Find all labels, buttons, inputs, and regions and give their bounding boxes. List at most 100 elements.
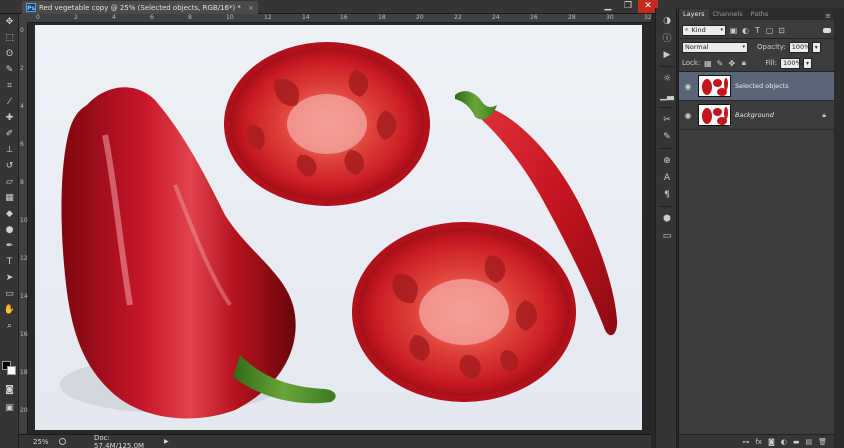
status-menu-arrow-icon[interactable]: ▶ — [164, 438, 169, 445]
visibility-eye-icon[interactable]: ◉ — [682, 82, 694, 91]
visibility-eye-icon[interactable]: ◉ — [682, 111, 694, 120]
lock-all-icon[interactable]: 🔒︎ — [739, 58, 748, 68]
filter-kind-select[interactable]: ⌕ Kind ▾ — [682, 24, 726, 36]
mask-icon[interactable]: ◙ — [768, 438, 775, 446]
paragraph-panel-icon[interactable]: ¶ — [656, 186, 678, 203]
dodge-tool-icon[interactable]: ● — [0, 222, 19, 238]
ruler-tick-label: 18 — [378, 14, 386, 21]
filter-kind-label: Kind — [691, 26, 706, 34]
lock-position-icon[interactable]: ✥ — [727, 59, 736, 68]
fill-input[interactable]: 100% — [780, 57, 802, 69]
tool-presets-icon[interactable]: ✂ — [656, 111, 678, 128]
layer-selected-objects[interactable]: ◉ Selected objects — [679, 72, 834, 101]
tab-paths[interactable]: Paths — [747, 9, 773, 20]
fill-slider-toggle[interactable]: ▾ — [803, 57, 813, 69]
pixel-filter-icon[interactable]: ▣ — [729, 26, 738, 35]
strip-divider — [659, 104, 673, 108]
background-color-swatch[interactable] — [7, 366, 16, 375]
healing-brush-tool-icon[interactable]: ✚ — [0, 110, 19, 126]
quick-selection-tool-icon[interactable]: ✎ — [0, 62, 19, 78]
blur-tool-icon[interactable]: ◆ — [0, 206, 19, 222]
character-panel-icon[interactable]: A — [656, 169, 678, 186]
ruler-origin[interactable] — [19, 14, 28, 23]
image-canvas[interactable] — [35, 25, 642, 430]
new-layer-icon[interactable]: ▤ — [805, 438, 812, 446]
opacity-slider-toggle[interactable]: ▾ — [811, 41, 821, 53]
trash-icon[interactable]: 🗑︎ — [818, 438, 827, 446]
document-size-info: Doc: 57.4M/125.0M — [94, 433, 145, 448]
clone-source-icon[interactable]: ⊕ — [656, 152, 678, 169]
document-tab[interactable]: Ps Red vegetable copy @ 25% (Selected ob… — [22, 1, 258, 14]
vertical-ruler[interactable]: 0 2 4 6 8 10 12 14 16 18 20 — [19, 23, 28, 434]
layer-thumbnail — [698, 104, 731, 126]
ruler-tick-label: 0 — [36, 14, 40, 21]
panel-icon-strip: ◑ ⓘ ▶ ☼ ▁▃ ✂ ✎ ⊕ A ¶ ⬢ ▭ — [655, 8, 677, 448]
ruler-tick-label: 6 — [20, 141, 24, 148]
screen-mode-icon[interactable]: ▣ — [0, 400, 19, 416]
gradient-tool-icon[interactable]: ▦ — [0, 190, 19, 206]
brush-tool-icon[interactable]: ✐ — [0, 126, 19, 142]
status-info-icon[interactable] — [59, 438, 66, 445]
opacity-input[interactable]: 100% — [788, 41, 810, 53]
layer-thumbnail — [698, 75, 731, 97]
brush-presets-icon[interactable]: ✎ — [656, 128, 678, 145]
adjustment-filter-icon[interactable]: ◐ — [741, 26, 750, 35]
shape-tool-icon[interactable]: ▭ — [0, 286, 19, 302]
shape-filter-icon[interactable]: ▢ — [765, 26, 774, 35]
crop-tool-icon[interactable]: ⌗ — [0, 78, 19, 94]
lock-image-icon[interactable]: ✎ — [715, 59, 724, 68]
ruler-tick-label: 20 — [20, 407, 28, 414]
horizontal-ruler[interactable]: 0 2 4 6 8 10 12 14 16 18 20 22 24 26 28 30 32 — [28, 14, 652, 23]
lock-transparency-icon[interactable]: ▦ — [703, 59, 712, 68]
hand-tool-icon[interactable]: ✋ — [0, 302, 19, 318]
history-brush-tool-icon[interactable]: ↺ — [0, 158, 19, 174]
tab-channels[interactable]: Channels — [709, 9, 747, 20]
right-scroll-area — [834, 8, 844, 448]
group-icon[interactable]: ▬ — [793, 438, 800, 446]
strip-divider — [659, 63, 673, 67]
adjustment-icon[interactable]: ◐ — [781, 438, 787, 446]
minimize-button[interactable]: ▁ — [598, 0, 618, 13]
move-tool-icon[interactable]: ✥ — [0, 14, 19, 30]
fill-label: Fill: — [765, 59, 778, 67]
photoshop-logo-icon: Ps — [26, 3, 36, 12]
marquee-tool-icon[interactable]: ⬚ — [0, 30, 19, 46]
histogram-panel-icon[interactable]: ▁▃ — [656, 87, 678, 104]
panel-tabs: Layers Channels Paths ≡ — [679, 8, 834, 20]
type-filter-icon[interactable]: T — [753, 26, 762, 35]
adjustments-panel-icon[interactable]: ☼ — [656, 70, 678, 87]
layer-name: Background — [735, 111, 774, 119]
smart-object-filter-icon[interactable]: ⊡ — [777, 26, 786, 35]
tab-layers[interactable]: Layers — [679, 9, 709, 20]
blend-row: Normal ▾ Opacity: 100% ▾ — [679, 39, 834, 55]
type-tool-icon[interactable]: T — [0, 254, 19, 270]
zoom-tool-icon[interactable]: ⌕ — [0, 318, 19, 334]
close-tab-icon[interactable]: × — [248, 4, 254, 12]
clone-stamp-tool-icon[interactable]: ⊥ — [0, 142, 19, 158]
panel-menu-icon[interactable]: ≡ — [825, 12, 834, 20]
color-panel-icon[interactable]: ◑ — [656, 12, 678, 29]
quick-mask-icon[interactable]: ◙ — [0, 382, 19, 398]
lasso-tool-icon[interactable]: ʘ — [0, 46, 19, 62]
layer-background[interactable]: ◉ Background 🔒︎ — [679, 101, 834, 130]
3d-panel-icon[interactable]: ⬢ — [656, 210, 678, 227]
vegetables-photo — [60, 42, 618, 419]
ruler-tick-label: 18 — [20, 369, 28, 376]
path-selection-tool-icon[interactable]: ➤ — [0, 270, 19, 286]
fx-icon[interactable]: fx — [755, 438, 762, 446]
zoom-level[interactable]: 25% — [19, 438, 49, 446]
eyedropper-tool-icon[interactable]: ⁄ — [0, 94, 19, 110]
ruler-tick-label: 2 — [20, 65, 24, 72]
timeline-panel-icon[interactable]: ▭ — [656, 227, 678, 244]
eraser-tool-icon[interactable]: ▱ — [0, 174, 19, 190]
photoshop-window: Ps Red vegetable copy @ 25% (Selected ob… — [0, 0, 844, 448]
blend-mode-select[interactable]: Normal ▾ — [682, 41, 748, 53]
navigator-panel-icon[interactable]: ▶ — [656, 46, 678, 63]
info-panel-icon[interactable]: ⓘ — [656, 29, 678, 46]
restore-button[interactable]: ❐ — [618, 0, 638, 13]
pen-tool-icon[interactable]: ✒ — [0, 238, 19, 254]
filter-toggle[interactable] — [823, 27, 831, 33]
strip-divider — [659, 203, 673, 207]
document-workspace: 0 2 4 6 8 10 12 14 16 18 20 22 24 26 28 30 32 0 2 4 6 8 10 12 1… — [19, 14, 652, 434]
link-icon[interactable]: ⊶ — [742, 438, 749, 446]
